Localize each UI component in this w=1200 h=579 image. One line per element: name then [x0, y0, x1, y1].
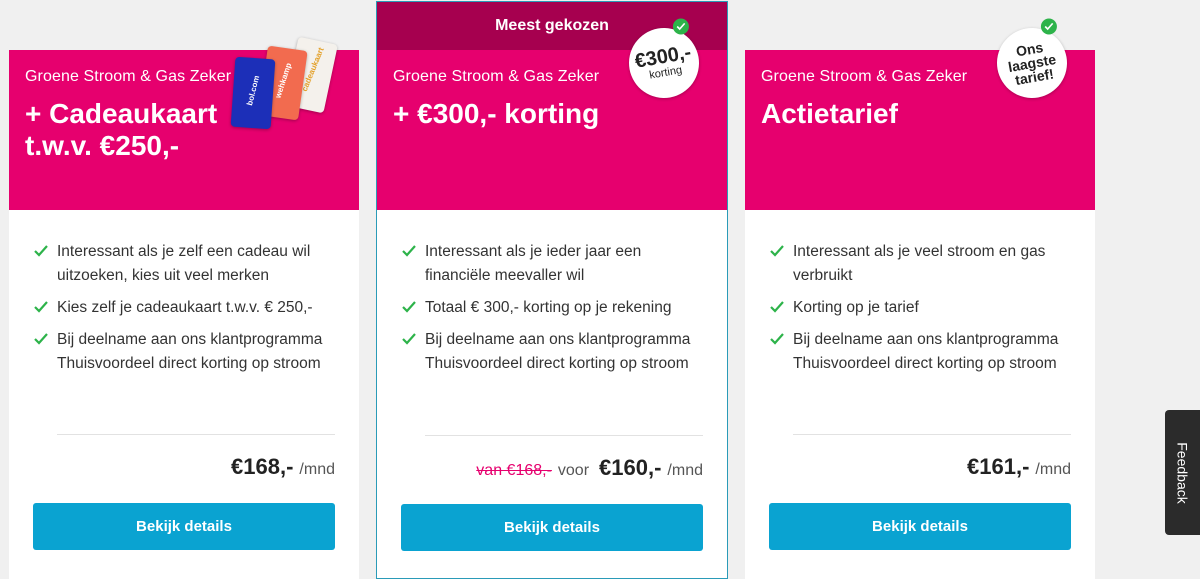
- check-icon: [34, 301, 48, 313]
- feature-item: Korting op je tarief: [769, 296, 1071, 320]
- price: €161,-: [967, 454, 1030, 479]
- check-icon: [34, 245, 48, 257]
- feature-item: Bij deelname aan ons klantprogramma Thui…: [33, 328, 335, 376]
- card-title: + €300,- korting: [393, 98, 600, 129]
- giftcard-bolcom: bol.com: [230, 56, 276, 130]
- giftcards-image: cadeaukaart wehkamp bol.com: [229, 36, 339, 140]
- old-price: van €168,-: [476, 462, 552, 479]
- price: €168,-: [231, 454, 294, 479]
- feature-item: Bij deelname aan ons klantprogramma Thui…: [769, 328, 1071, 376]
- feature-item: Bij deelname aan ons klantprogramma Thui…: [401, 328, 703, 376]
- check-icon: [770, 245, 784, 257]
- feature-item: Totaal € 300,- korting op je rekening: [401, 296, 703, 320]
- check-icon: [402, 333, 416, 345]
- check-icon: [770, 333, 784, 345]
- check-circle-icon: [1040, 18, 1057, 35]
- feedback-tab[interactable]: Feedback: [1165, 410, 1200, 535]
- price-unit: /mnd: [1035, 461, 1071, 478]
- divider: [425, 435, 703, 436]
- divider: [793, 434, 1071, 435]
- check-circle-icon: [672, 18, 689, 35]
- product-card-giftcard: Groene Stroom & Gas Zeker + Cadeaukaart …: [9, 36, 359, 579]
- check-icon: [34, 333, 48, 345]
- feature-item: Kies zelf je cadeaukaart t.w.v. € 250,-: [33, 296, 335, 320]
- divider: [57, 434, 335, 435]
- feedback-label: Feedback: [1174, 441, 1191, 504]
- product-card-action-rate: Groene Stroom & Gas Zeker Actietarief On…: [745, 18, 1095, 579]
- price-connector: voor: [557, 462, 590, 479]
- price-row: €161,- /mnd: [967, 454, 1071, 480]
- card-header: Groene Stroom & Gas Zeker + Cadeaukaart …: [9, 36, 359, 210]
- feature-list: Interessant als je veel stroom en gas ve…: [745, 210, 1095, 376]
- details-button[interactable]: Bekijk details: [33, 503, 335, 550]
- feature-item: Interessant als je ieder jaar een financ…: [401, 240, 703, 288]
- price-row: van €168,- voor €160,- /mnd: [476, 455, 703, 481]
- price-row: €168,- /mnd: [231, 454, 335, 480]
- feature-item: Interessant als je veel stroom en gas ve…: [769, 240, 1071, 288]
- price-unit: /mnd: [299, 461, 335, 478]
- card-header: Groene Stroom & Gas Zeker + €300,- korti…: [377, 18, 727, 210]
- card-header: Groene Stroom & Gas Zeker Actietarief On…: [745, 18, 1095, 210]
- feature-list: Interessant als je ieder jaar een financ…: [377, 210, 727, 376]
- check-icon: [402, 301, 416, 313]
- product-card-discount: Meest gekozen Groene Stroom & Gas Zeker …: [376, 1, 728, 579]
- price: €160,-: [599, 455, 662, 480]
- feature-item: Interessant als je zelf een cadeau wil u…: [33, 240, 335, 288]
- price-unit: /mnd: [667, 462, 703, 479]
- check-icon: [770, 301, 784, 313]
- details-button[interactable]: Bekijk details: [401, 504, 703, 551]
- details-button[interactable]: Bekijk details: [769, 503, 1071, 550]
- lowest-rate-badge: Ons laagste tarief!: [991, 18, 1073, 104]
- feature-list: Interessant als je zelf een cadeau wil u…: [9, 210, 359, 376]
- card-title: Actietarief: [761, 98, 898, 129]
- check-icon: [402, 245, 416, 257]
